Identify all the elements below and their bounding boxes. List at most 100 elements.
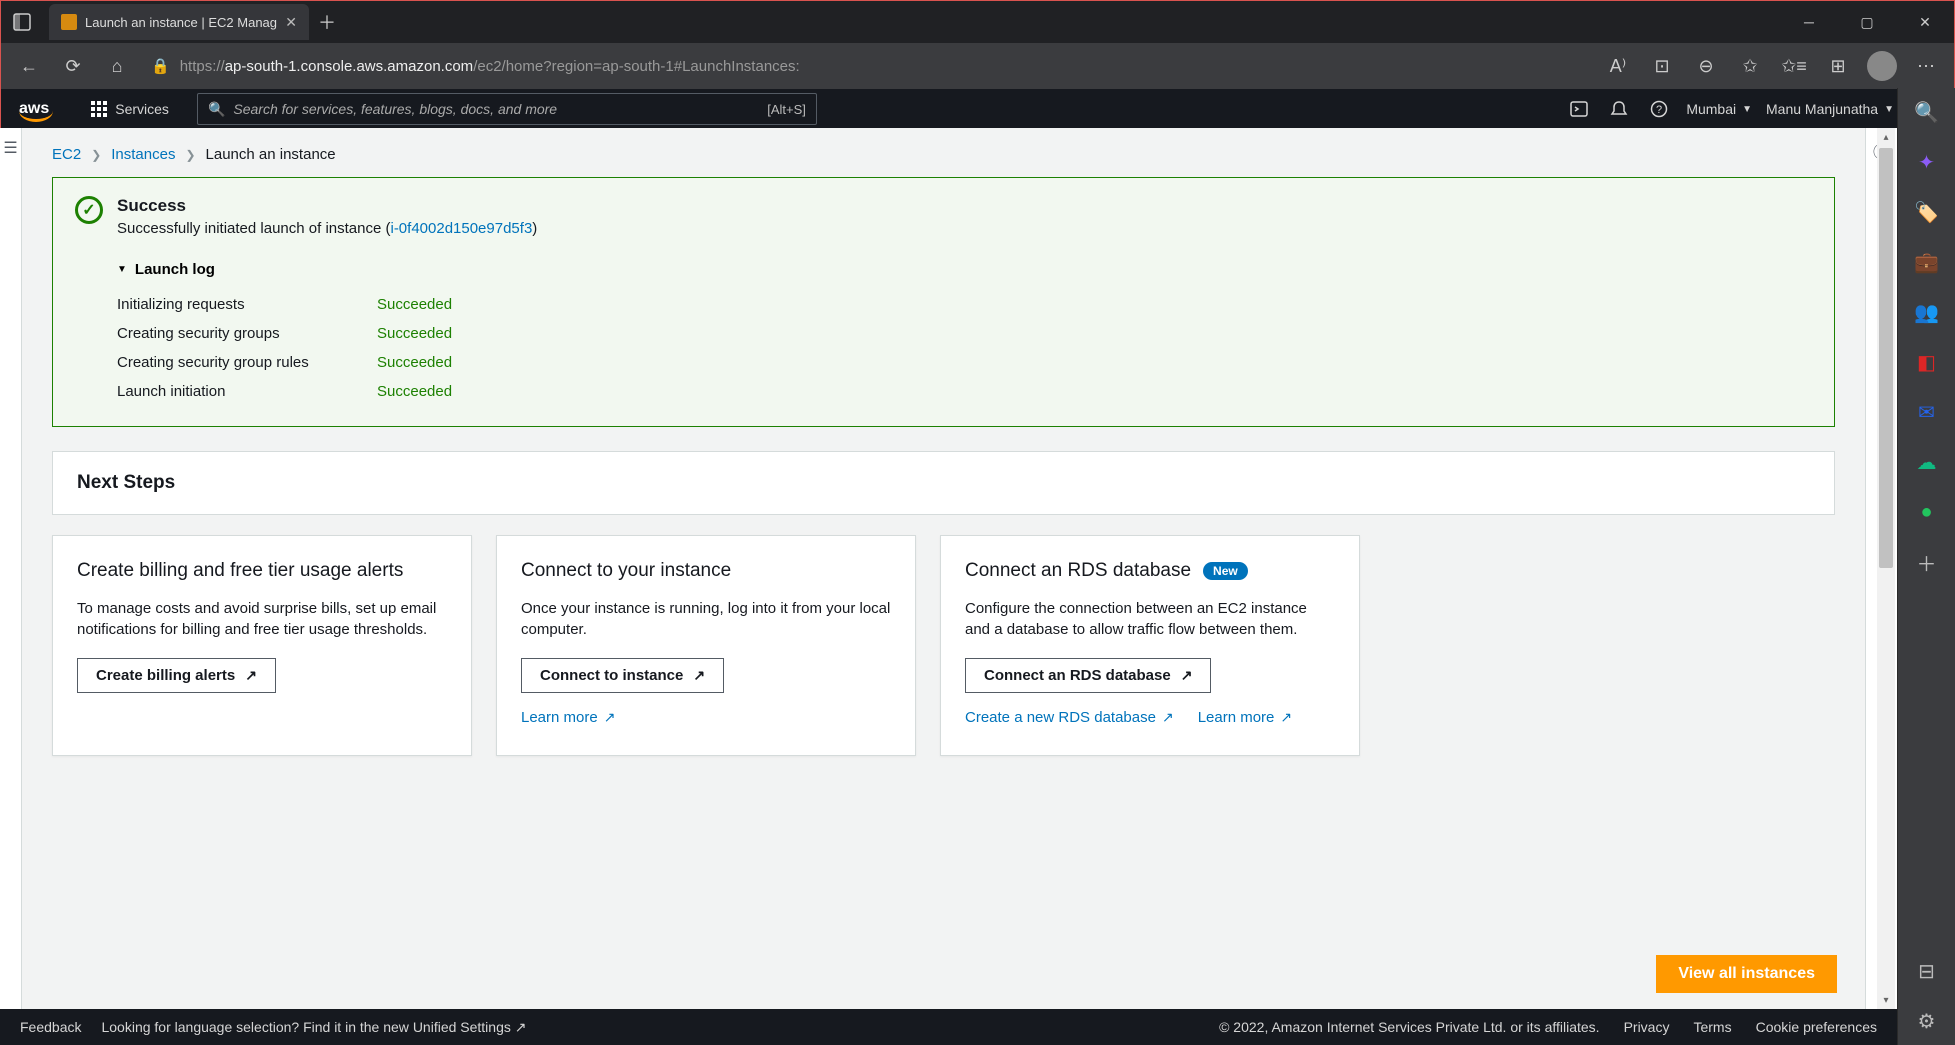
browser-tab[interactable]: Launch an instance | EC2 Manag ✕ [49,4,309,40]
sidebar-sparkle-icon[interactable]: ✦ [1913,148,1941,176]
services-menu-button[interactable]: Services [81,95,179,123]
learn-more-link[interactable]: Learn more↗ [521,709,615,726]
tile-desc: Configure the connection between an EC2 … [965,598,1335,640]
url-host: ap-south-1.console.aws.amazon.com [225,58,473,75]
tile-desc: To manage costs and avoid surprise bills… [77,598,447,640]
region-label: Mumbai [1686,101,1736,117]
sidebar-shopping-icon[interactable]: 🏷️ [1913,198,1941,226]
footer-lang-text: Looking for language selection? Find it … [101,1019,526,1036]
search-icon: 🔍 [208,101,225,118]
svg-text:?: ? [1656,104,1662,116]
account-menu[interactable]: Manu Manjunatha ▼ [1766,101,1894,117]
browser-refresh-button[interactable]: ⟳ [53,46,93,86]
breadcrumb-current: Launch an instance [206,146,336,163]
sidebar-tools-icon[interactable]: 💼 [1913,248,1941,276]
sidebar-people-icon[interactable]: 👥 [1913,298,1941,326]
url-prefix: https:// [180,58,225,75]
button-label: Create billing alerts [96,667,235,684]
footer-copyright: © 2022, Amazon Internet Services Private… [1219,1019,1599,1035]
aws-search-input[interactable]: 🔍 Search for services, features, blogs, … [197,93,817,125]
search-placeholder: Search for services, features, blogs, do… [233,101,557,117]
left-rail: ☰ [0,128,22,1045]
log-row: Initializing requestsSucceeded [117,290,1812,319]
sidebar-spotify-icon[interactable]: ● [1913,498,1941,526]
tile-billing-alerts: Create billing and free tier usage alert… [52,535,472,756]
success-title: Success [117,196,537,216]
tile-title: Create billing and free tier usage alert… [77,560,447,582]
external-link-icon: ↗ [693,667,705,684]
tab-overview-button[interactable] [1,1,43,43]
window-close-button[interactable]: ✕ [1896,1,1954,43]
external-link-icon: ↗ [245,667,257,684]
window-minimize-button[interactable]: ─ [1780,1,1838,43]
edge-sidebar: 🔍 ✦ 🏷️ 💼 👥 ◧ ✉ ☁ ● ＋ ⊟ ⚙ [1897,88,1955,1045]
button-label: Connect an RDS database [984,667,1171,684]
success-alert: ✓ Success Successfully initiated launch … [52,177,1835,427]
chevron-down-icon: ▼ [1742,104,1752,115]
tile-desc: Once your instance is running, log into … [521,598,891,640]
breadcrumb: EC2 ❯ Instances ❯ Launch an instance [52,128,1835,177]
breadcrumb-instances[interactable]: Instances [111,146,175,163]
sidebar-drop-icon[interactable]: ☁ [1913,448,1941,476]
scrollbar[interactable]: ▴ ▾ [1877,128,1895,1009]
sidebar-office-icon[interactable]: ◧ [1913,348,1941,376]
chevron-down-icon: ▼ [1884,104,1894,115]
favorites-bar-icon[interactable]: ✩≡ [1774,46,1814,86]
connect-rds-database-button[interactable]: Connect an RDS database ↗ [965,658,1211,693]
success-check-icon: ✓ [75,196,103,224]
terms-link[interactable]: Terms [1693,1019,1731,1035]
triangle-down-icon: ▼ [117,264,127,275]
favorite-icon[interactable]: ✩ [1730,46,1770,86]
create-rds-database-link[interactable]: Create a new RDS database↗ [965,709,1174,726]
next-steps-tiles: Create billing and free tier usage alert… [52,535,1835,756]
scroll-down-button[interactable]: ▾ [1877,991,1895,1009]
window-maximize-button[interactable]: ▢ [1838,1,1896,43]
services-label: Services [115,101,169,117]
cloudshell-icon[interactable] [1566,96,1592,122]
feedback-link[interactable]: Feedback [20,1019,81,1035]
unified-settings-link[interactable]: Unified Settings ↗ [413,1019,527,1035]
connect-to-instance-button[interactable]: Connect to instance ↗ [521,658,724,693]
sidebar-collapse-icon[interactable]: ⊟ [1913,957,1941,985]
browser-back-button[interactable]: ← [9,46,49,86]
new-tab-button[interactable]: ＋ [309,4,345,40]
external-link-icon: ↗ [1280,709,1292,726]
sidebar-add-icon[interactable]: ＋ [1913,548,1941,576]
scroll-up-button[interactable]: ▴ [1877,128,1895,146]
services-grid-icon [91,101,107,117]
browser-menu-button[interactable]: ⋯ [1906,46,1946,86]
profile-button[interactable] [1862,46,1902,86]
launch-log-table: Initializing requestsSucceeded Creating … [117,290,1812,406]
breadcrumb-ec2[interactable]: EC2 [52,146,81,163]
site-info-icon[interactable]: 🔒 [151,57,170,75]
collections-icon[interactable]: ⊞ [1818,46,1858,86]
log-row: Creating security group rulesSucceeded [117,348,1812,377]
sidebar-settings-icon[interactable]: ⚙ [1913,1007,1941,1035]
zoom-icon[interactable]: ⊖ [1686,46,1726,86]
privacy-link[interactable]: Privacy [1624,1019,1670,1035]
tab-close-icon[interactable]: ✕ [285,14,297,31]
external-link-icon: ↗ [1181,667,1193,684]
hamburger-icon[interactable]: ☰ [3,138,17,158]
help-icon[interactable]: ? [1646,96,1672,122]
region-selector[interactable]: Mumbai ▼ [1686,101,1752,117]
address-bar[interactable]: 🔒 https://ap-south-1.console.aws.amazon.… [141,48,1594,84]
aws-logo[interactable]: aws [1,100,67,118]
notifications-icon[interactable] [1606,96,1632,122]
chevron-right-icon: ❯ [185,148,195,162]
read-aloud-icon[interactable]: A⁾ [1598,46,1638,86]
translate-icon[interactable]: ⊡ [1642,46,1682,86]
external-link-icon: ↗ [1162,709,1174,726]
cookie-preferences-link[interactable]: Cookie preferences [1756,1019,1877,1035]
main-content: EC2 ❯ Instances ❯ Launch an instance ✓ S… [22,128,1865,1045]
launch-log-toggle[interactable]: ▼ Launch log [117,261,1812,278]
sidebar-outlook-icon[interactable]: ✉ [1913,398,1941,426]
sidebar-search-icon[interactable]: 🔍 [1913,98,1941,126]
scroll-thumb[interactable] [1879,148,1893,568]
view-all-instances-button[interactable]: View all instances [1656,955,1837,993]
browser-home-button[interactable]: ⌂ [97,46,137,86]
aws-favicon [61,14,77,30]
learn-more-link[interactable]: Learn more↗ [1198,709,1292,726]
create-billing-alerts-button[interactable]: Create billing alerts ↗ [77,658,276,693]
instance-id-link[interactable]: i-0f4002d150e97d5f3 [390,220,532,237]
